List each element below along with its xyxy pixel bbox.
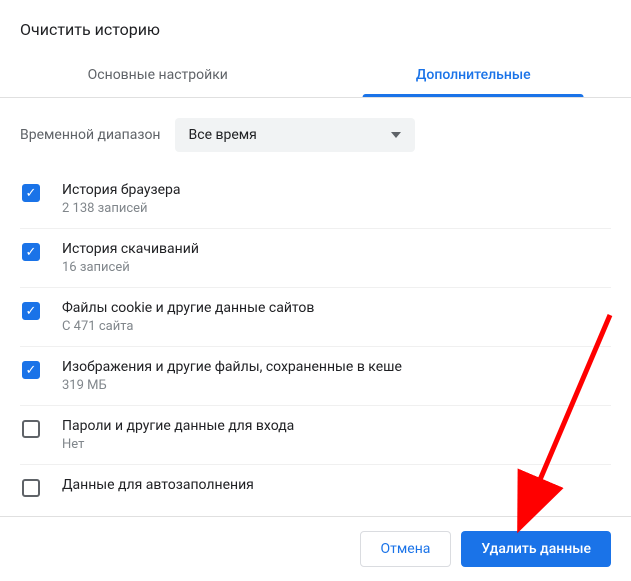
checkmark-icon: ✓ xyxy=(26,187,37,200)
option-texts: Данные для автозаполнения xyxy=(62,477,611,496)
chevron-down-icon xyxy=(391,132,401,138)
checkmark-icon: ✓ xyxy=(26,305,37,318)
tab-advanced[interactable]: Дополнительные xyxy=(316,55,631,97)
cancel-button[interactable]: Отмена xyxy=(360,531,452,567)
option-row: ✓ История браузера 2 138 записей xyxy=(20,170,611,228)
option-subtitle: 16 записей xyxy=(62,260,611,275)
option-title: Изображения и другие файлы, сохраненные … xyxy=(62,359,611,375)
option-texts: Пароли и другие данные для входа Нет xyxy=(62,418,611,452)
checkmark-icon: ✓ xyxy=(26,246,37,259)
time-range-value: Все время xyxy=(189,127,257,143)
option-row: Пароли и другие данные для входа Нет xyxy=(20,405,611,464)
option-texts: История скачиваний 16 записей xyxy=(62,241,611,275)
dialog-footer: Отмена Удалить данные xyxy=(0,516,631,581)
scroll-area[interactable]: Временной диапазон Все время ✓ История бр… xyxy=(0,98,631,504)
option-title: Файлы cookie и другие данные сайтов xyxy=(62,300,611,316)
option-row: ✓ История скачиваний 16 записей xyxy=(20,228,611,287)
option-row: Данные для автозаполнения xyxy=(20,464,611,504)
option-texts: История браузера 2 138 записей xyxy=(62,182,611,216)
dialog-title: Очистить историю xyxy=(0,0,631,55)
option-title: История скачиваний xyxy=(62,241,611,257)
option-title: Данные для автозаполнения xyxy=(62,477,611,493)
checkmark-icon: ✓ xyxy=(26,364,37,377)
checkbox[interactable]: ✓ xyxy=(22,302,40,320)
tab-basic[interactable]: Основные настройки xyxy=(0,55,316,97)
option-subtitle: С 471 сайта xyxy=(62,319,611,334)
clear-data-button[interactable]: Удалить данные xyxy=(461,531,611,567)
option-row: ✓ Изображения и другие файлы, сохраненные… xyxy=(20,346,611,405)
checkbox[interactable]: ✓ xyxy=(22,361,40,379)
time-range-select[interactable]: Все время xyxy=(175,118,415,152)
option-texts: Изображения и другие файлы, сохраненные … xyxy=(62,359,611,393)
option-title: Пароли и другие данные для входа xyxy=(62,418,611,434)
checkbox[interactable] xyxy=(22,479,40,497)
checkbox[interactable] xyxy=(22,420,40,438)
checkbox[interactable]: ✓ xyxy=(22,243,40,261)
tabs: Основные настройки Дополнительные xyxy=(0,55,631,98)
option-row: ✓ Файлы cookie и другие данные сайтов С 47… xyxy=(20,287,611,346)
option-title: История браузера xyxy=(62,182,611,198)
option-subtitle: 2 138 записей xyxy=(62,201,611,216)
checkbox[interactable]: ✓ xyxy=(22,184,40,202)
time-range-label: Временной диапазон xyxy=(20,127,161,143)
option-texts: Файлы cookie и другие данные сайтов С 471… xyxy=(62,300,611,334)
time-range-row: Временной диапазон Все время xyxy=(20,98,611,170)
option-subtitle: Нет xyxy=(62,437,611,452)
option-subtitle: 319 МБ xyxy=(62,378,611,393)
